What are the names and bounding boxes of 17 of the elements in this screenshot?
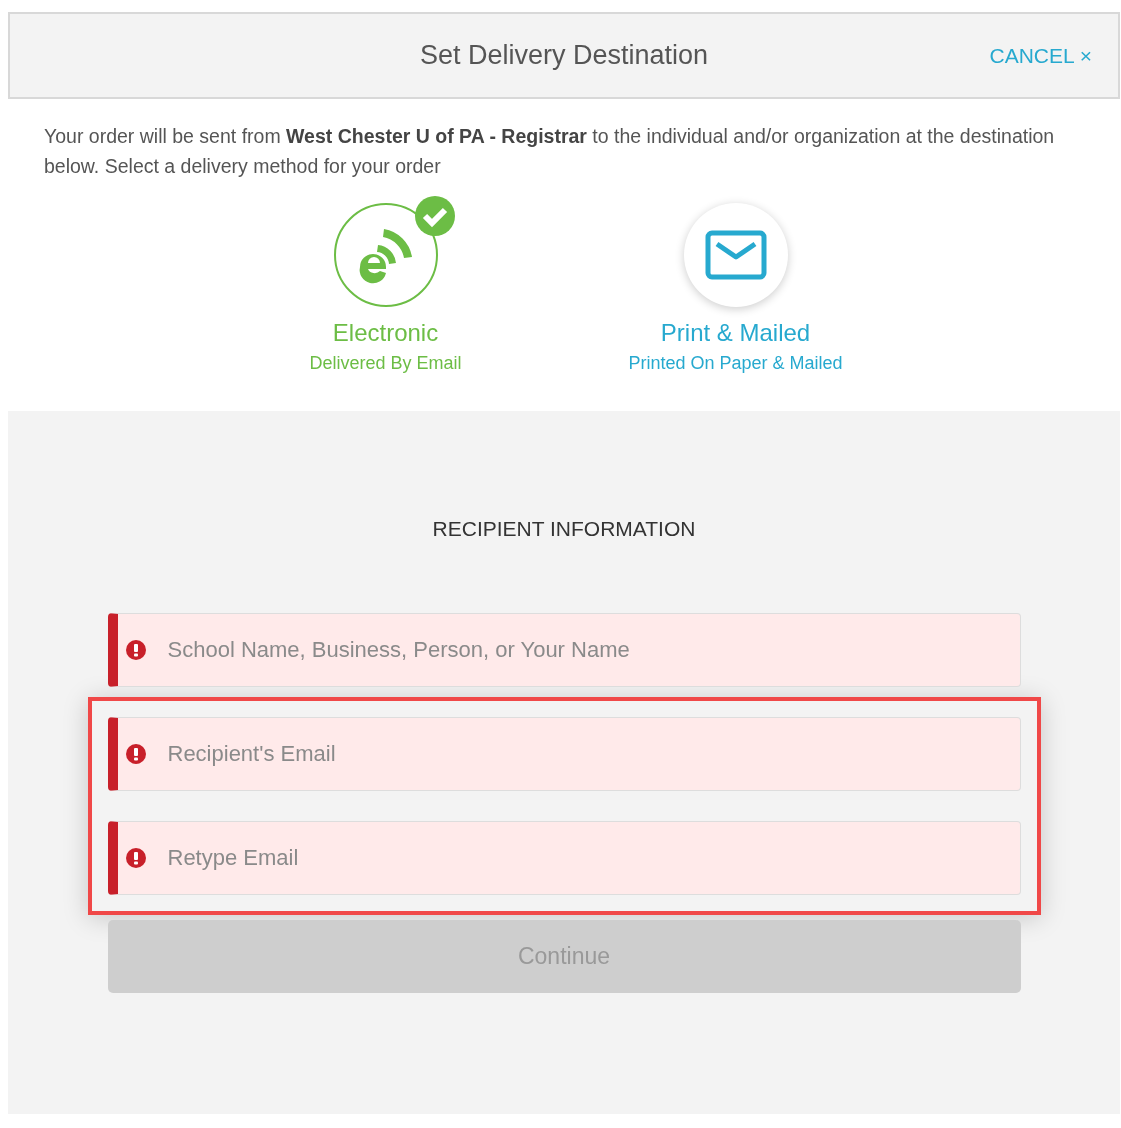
- dialog-title: Set Delivery Destination: [419, 40, 709, 71]
- method-option[interactable]: [683, 203, 788, 307]
- input-field[interactable]: Retype Email: [107, 821, 1021, 895]
- envelope-icon: [704, 230, 767, 280]
- input-field[interactable]: School Name, Business, Person, or Your Name: [107, 613, 1021, 687]
- method-label: Print & Mailed: [660, 319, 811, 347]
- input-field[interactable]: Recipient's Email: [107, 717, 1021, 791]
- error-icon: [125, 640, 146, 660]
- intro-text: Your order will be sent from West Chester U of PA - Registrar to the individual and/or organization at the destination below. Select a delivery method for your order: [44, 124, 1056, 179]
- method-label: Electronic: [332, 319, 439, 347]
- section-heading: RECIPIENT INFORMATION: [432, 517, 696, 541]
- cancel-button[interactable]: CANCEL ×: [989, 44, 1092, 68]
- method-description: Printed On Paper & Mailed: [628, 353, 843, 374]
- error-icon: [125, 848, 146, 868]
- method-description: Delivered By Email: [309, 353, 462, 374]
- checkmark-icon: [413, 195, 456, 237]
- error-icon: [125, 744, 146, 764]
